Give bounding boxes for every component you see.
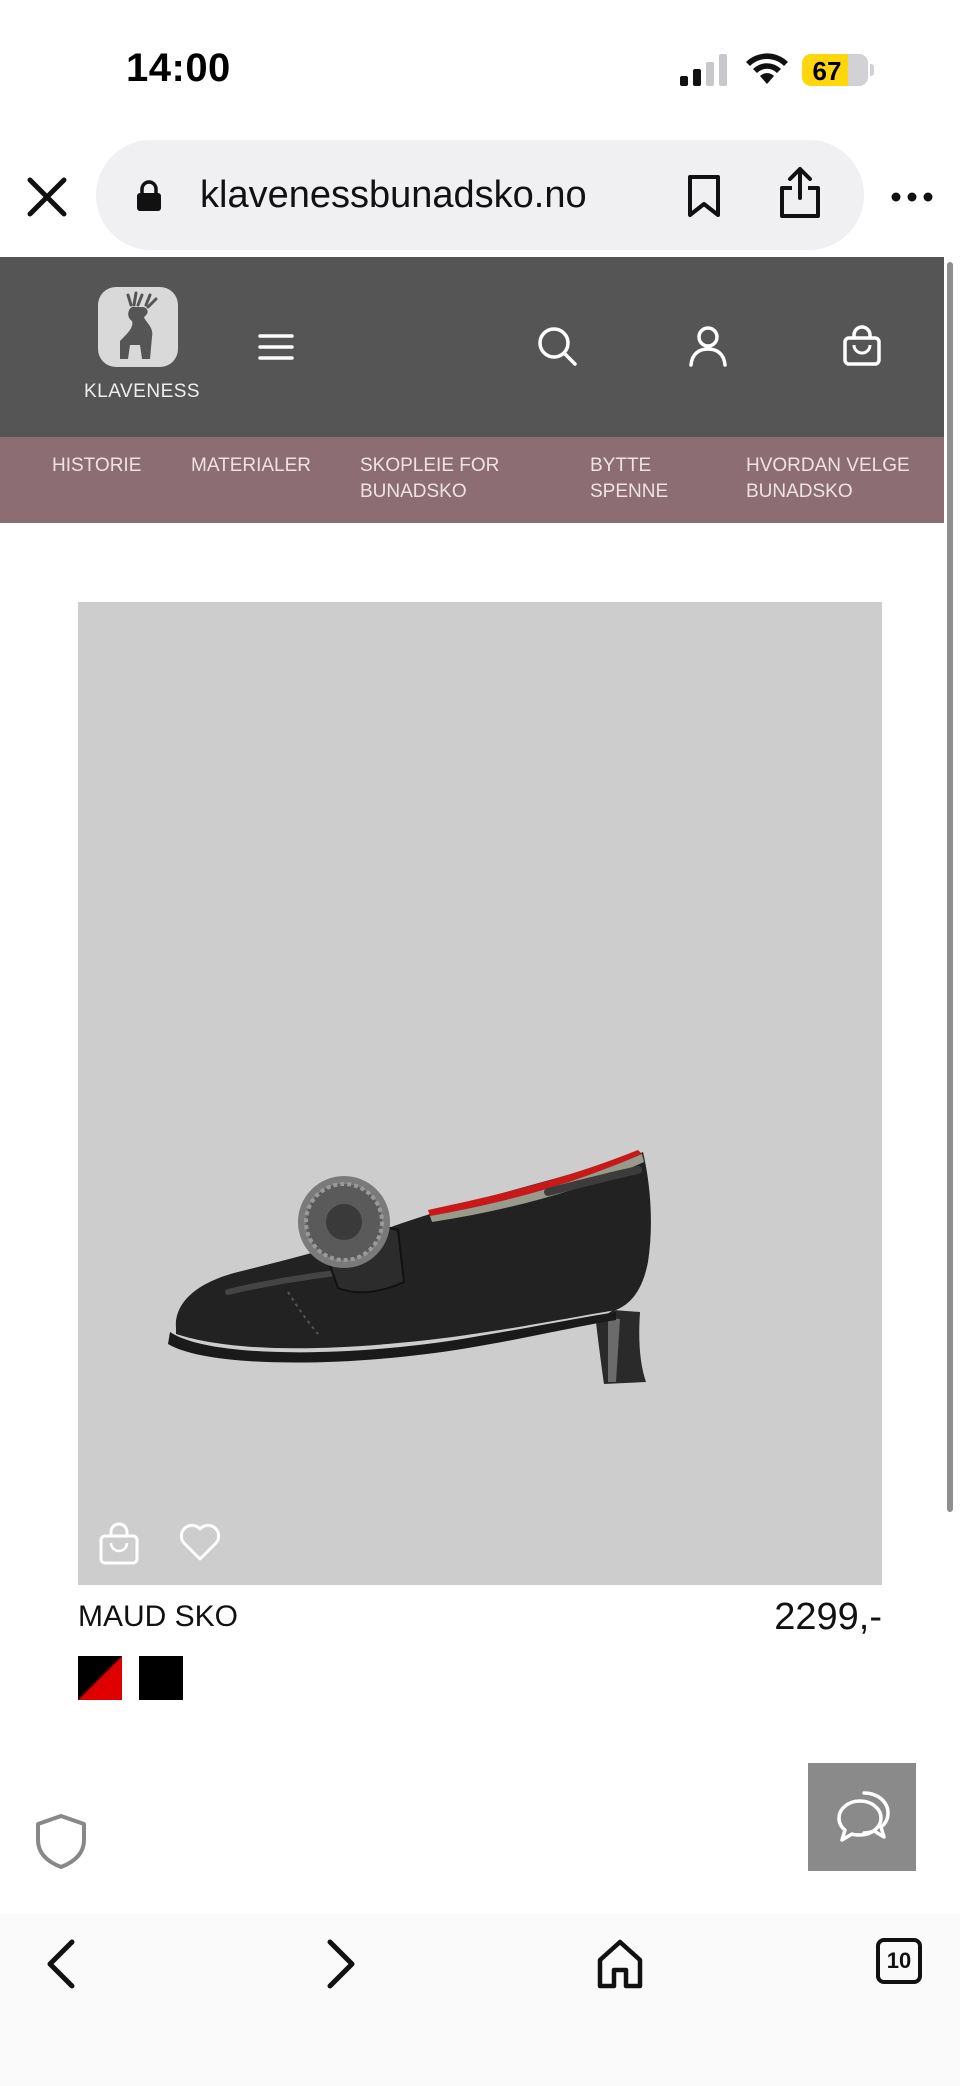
share-icon[interactable] bbox=[778, 166, 822, 220]
product-name[interactable]: MAUD SKO bbox=[78, 1600, 238, 1634]
cellular-signal-icon bbox=[680, 54, 727, 86]
lock-icon bbox=[137, 180, 161, 211]
battery-cap bbox=[870, 64, 874, 76]
category-nav: HISTORIE MATERIALER SKOPLEIE FOR BUNADSK… bbox=[0, 437, 944, 523]
nav-item-hvordan-velge[interactable]: HVORDAN VELGE BUNADSKO bbox=[746, 453, 910, 505]
nav-item-materialer[interactable]: MATERIALER bbox=[191, 453, 311, 479]
back-arrow-icon[interactable] bbox=[40, 1936, 84, 1992]
browser-toolbar: 10 bbox=[0, 1914, 960, 2086]
close-icon[interactable] bbox=[24, 174, 70, 220]
shoe-illustration bbox=[168, 1150, 651, 1384]
color-swatch-black[interactable] bbox=[139, 1656, 183, 1700]
home-icon[interactable] bbox=[596, 1938, 644, 1990]
deer-logo-icon bbox=[98, 287, 178, 367]
shopping-bag-icon[interactable] bbox=[842, 325, 882, 367]
wishlist-heart-icon[interactable] bbox=[178, 1522, 222, 1562]
battery-icon: 67 bbox=[802, 54, 868, 86]
tabs-button[interactable]: 10 bbox=[876, 1938, 922, 1984]
url-text: klavenessbunadsko.no bbox=[200, 174, 587, 216]
search-icon[interactable] bbox=[536, 325, 578, 367]
site-header: KLAVENESS bbox=[0, 257, 944, 437]
color-swatch-black-red[interactable] bbox=[78, 1656, 122, 1700]
chat-button[interactable] bbox=[808, 1763, 916, 1871]
logo-text: KLAVENESS bbox=[84, 381, 201, 402]
more-options-icon[interactable] bbox=[890, 182, 934, 212]
shield-icon[interactable] bbox=[32, 1812, 90, 1870]
battery-level: 67 bbox=[812, 56, 842, 86]
product-image[interactable] bbox=[78, 602, 882, 1585]
add-to-cart-icon[interactable] bbox=[98, 1522, 140, 1566]
user-account-icon[interactable] bbox=[688, 325, 728, 367]
forward-arrow-icon[interactable] bbox=[318, 1936, 362, 1992]
nav-item-skopleie[interactable]: SKOPLEIE FOR BUNADSKO bbox=[360, 453, 499, 505]
page-scrollbar[interactable] bbox=[947, 262, 953, 1512]
status-time: 14:00 bbox=[126, 46, 231, 90]
bookmark-icon[interactable] bbox=[686, 174, 722, 218]
nav-item-historie[interactable]: HISTORIE bbox=[52, 453, 141, 479]
address-bar[interactable]: klavenessbunadsko.no bbox=[96, 140, 864, 250]
product-price: 2299,- bbox=[774, 1596, 882, 1638]
wifi-icon bbox=[746, 53, 788, 84]
chat-bubbles-icon bbox=[837, 1791, 890, 1842]
nav-item-bytte-spenne[interactable]: BYTTE SPENNE bbox=[590, 453, 668, 505]
klaveness-logo[interactable]: KLAVENESS bbox=[84, 287, 201, 407]
menu-icon[interactable] bbox=[258, 333, 294, 361]
status-bar: 14:00 67 bbox=[0, 0, 960, 140]
